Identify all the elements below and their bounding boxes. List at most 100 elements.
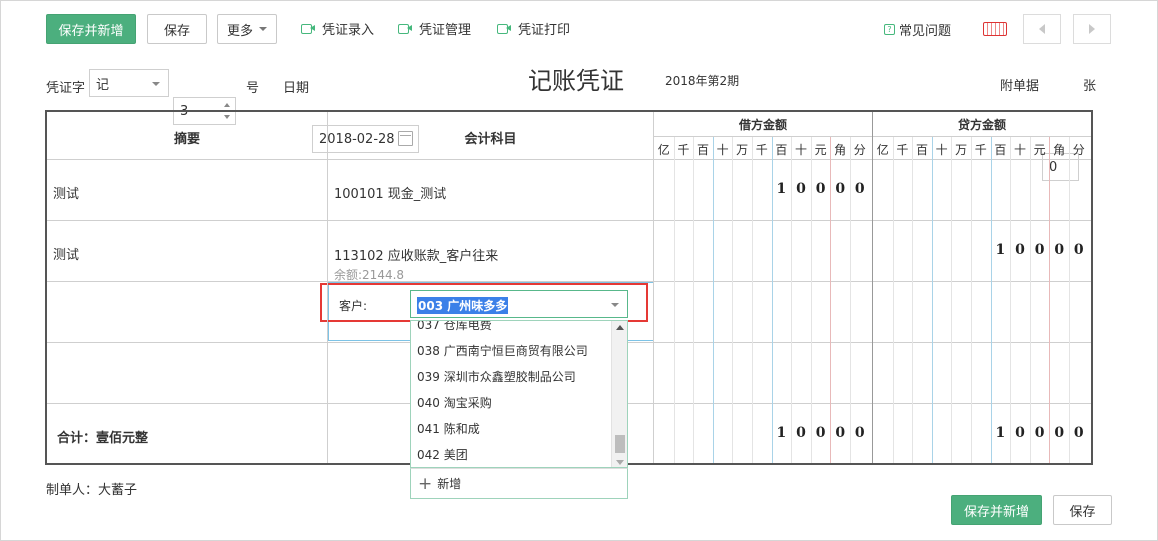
row-divider xyxy=(47,281,1091,282)
digit-divider xyxy=(931,137,933,463)
row1-debit-digit: 0 xyxy=(854,181,865,197)
chevron-down-icon xyxy=(611,303,619,307)
dropdown-option[interactable]: 042 美团 xyxy=(411,442,627,467)
unit-label: 千 xyxy=(755,143,768,157)
voucher-manage-label: 凭证管理 xyxy=(419,22,472,38)
column-divider xyxy=(872,112,873,463)
row-divider xyxy=(47,220,1091,221)
scrollbar-thumb[interactable] xyxy=(615,435,625,453)
unit-label: 角 xyxy=(1053,143,1066,157)
faq-link[interactable]: ? 常见问题 xyxy=(884,20,952,39)
more-dropdown[interactable]: 更多 xyxy=(217,14,277,44)
dropdown-option[interactable]: 040 淘宝采购 xyxy=(411,390,627,416)
dropdown-scrollbar[interactable] xyxy=(611,321,627,467)
row2-credit-digit: 0 xyxy=(1073,242,1084,258)
digit-divider xyxy=(971,137,972,463)
voucher-print-link[interactable]: 凭证打印 xyxy=(497,19,571,38)
unit-label: 元 xyxy=(1033,143,1046,157)
voucher-print-label: 凭证打印 xyxy=(518,22,571,38)
row1-debit-digit: 1 xyxy=(776,181,787,197)
row2-summary[interactable]: 测试 xyxy=(53,244,79,263)
footer-save-and-new-button[interactable]: 保存并新增 xyxy=(951,495,1042,525)
total-credit-digit: 0 xyxy=(1054,425,1065,441)
video-icon xyxy=(497,23,511,34)
scroll-down-icon[interactable] xyxy=(616,460,624,465)
add-new-label: 新增 xyxy=(437,477,462,491)
unit-label: 千 xyxy=(896,143,909,157)
voucher-entry-link[interactable]: 凭证录入 xyxy=(301,19,374,38)
row2-account[interactable]: 113102 应收账款_客户往来 xyxy=(334,245,498,264)
page-title: 记账凭证 xyxy=(528,67,624,95)
row1-debit-digit: 0 xyxy=(835,181,846,197)
row2-credit-digit: 0 xyxy=(1054,242,1065,258)
increment-icon[interactable] xyxy=(224,103,230,107)
voucher-word-label: 凭证字 xyxy=(46,81,86,96)
digit-divider xyxy=(990,137,992,463)
voucher-manage-link[interactable]: 凭证管理 xyxy=(398,19,472,38)
customer-dropdown-list: 037 仓库电费 038 广西南宁恒巨商贸有限公司 039 深圳市众鑫塑胶制品公司 0… xyxy=(410,320,628,468)
chevron-down-icon xyxy=(259,27,267,31)
scroll-up-icon[interactable] xyxy=(616,325,624,330)
save-and-new-button[interactable]: 保存并新增 xyxy=(46,14,136,44)
number-suffix: 号 xyxy=(246,81,260,96)
unit-label: 十 xyxy=(794,143,807,157)
row2-credit-digit: 0 xyxy=(1034,242,1045,258)
faq-label: 常见问题 xyxy=(899,23,952,39)
unit-label: 百 xyxy=(994,143,1007,157)
customer-label: 客户: xyxy=(339,299,368,313)
unit-label: 百 xyxy=(775,143,788,157)
digit-divider xyxy=(892,137,894,463)
total-debit-digit: 0 xyxy=(815,425,826,441)
total-credit-digit: 0 xyxy=(1015,425,1025,441)
total-credit-digit: 0 xyxy=(1034,425,1045,441)
maker-label: 制单人：大蓄子 xyxy=(46,483,138,498)
plus-icon: + xyxy=(418,473,433,494)
digit-divider xyxy=(732,137,734,463)
unit-label: 千 xyxy=(677,143,690,157)
row1-summary[interactable]: 测试 xyxy=(53,183,79,202)
row-divider xyxy=(47,159,1091,160)
add-customer-button[interactable]: + 新增 xyxy=(410,468,628,499)
dropdown-option[interactable]: 039 深圳市众鑫塑胶制品公司 xyxy=(411,364,627,390)
row1-debit-digit: 0 xyxy=(796,181,806,197)
unit-label: 亿 xyxy=(657,143,670,157)
chevron-down-icon xyxy=(152,82,160,86)
unit-label: 十 xyxy=(1013,143,1026,157)
column-header-debit: 借方金额 xyxy=(738,118,787,132)
unit-label: 百 xyxy=(696,143,709,157)
total-credit-digit: 1 xyxy=(995,425,1006,441)
dropdown-option[interactable]: 037 仓库电费 xyxy=(411,321,627,338)
column-divider xyxy=(653,112,654,463)
customer-select[interactable]: 003 广州味多多 xyxy=(410,290,628,318)
keyboard-icon[interactable] xyxy=(983,22,1007,36)
unit-label: 万 xyxy=(955,143,968,157)
row2-credit-digit: 0 xyxy=(1015,242,1025,258)
digit-divider xyxy=(712,137,714,463)
voucher-word-select[interactable]: 记 xyxy=(89,69,169,97)
total-label: 合计：壹佰元整 xyxy=(57,431,149,446)
digit-divider xyxy=(752,137,753,463)
footer-save-button[interactable]: 保存 xyxy=(1053,495,1112,525)
dropdown-option[interactable]: 038 广西南宁恒巨商贸有限公司 xyxy=(411,338,627,364)
video-icon xyxy=(301,23,315,34)
next-voucher-button[interactable] xyxy=(1073,14,1111,44)
save-button[interactable]: 保存 xyxy=(147,14,207,44)
digit-divider xyxy=(951,137,953,463)
prev-voucher-button[interactable] xyxy=(1023,14,1061,44)
unit-label: 亿 xyxy=(876,143,889,157)
digit-divider xyxy=(1029,137,1031,463)
period-label: 2018年第2期 xyxy=(665,74,740,88)
dropdown-option[interactable]: 041 陈和成 xyxy=(411,416,627,442)
row1-account[interactable]: 100101 现金_测试 xyxy=(334,183,446,202)
unit-label: 十 xyxy=(716,143,729,157)
unit-label: 千 xyxy=(974,143,987,157)
row2-credit-digit: 1 xyxy=(995,242,1006,258)
video-icon xyxy=(398,23,412,34)
voucher-word-value: 记 xyxy=(96,77,110,93)
unit-label: 十 xyxy=(935,143,948,157)
question-icon: ? xyxy=(884,23,895,35)
digit-divider xyxy=(693,137,695,463)
total-credit-digit: 0 xyxy=(1073,425,1084,441)
column-divider xyxy=(327,112,328,463)
chevron-right-icon xyxy=(1089,24,1095,34)
